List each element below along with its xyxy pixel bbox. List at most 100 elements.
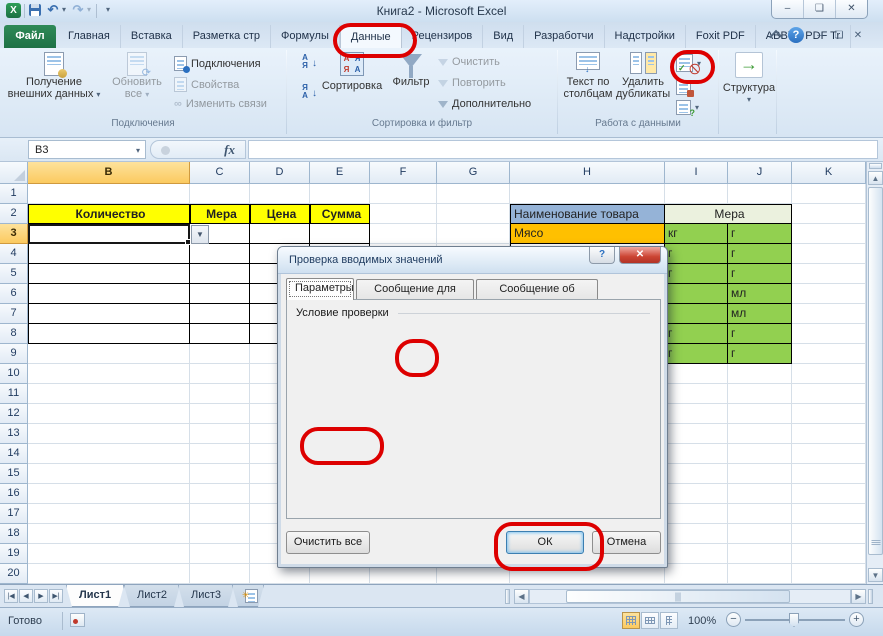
left-table-header-4[interactable]: Сумма bbox=[310, 204, 370, 224]
horizontal-scroll-track[interactable] bbox=[529, 589, 851, 604]
column-header-I[interactable]: I bbox=[665, 162, 728, 184]
vertical-scrollbar[interactable]: ▲ ▼ bbox=[866, 162, 883, 584]
row-header-16[interactable]: 16 bbox=[0, 484, 28, 504]
measure2-cell-4[interactable]: г bbox=[728, 244, 792, 264]
qat-customize-icon[interactable]: ▾ bbox=[100, 2, 116, 18]
view-normal-button[interactable] bbox=[622, 612, 640, 629]
measure2-cell-3[interactable]: г bbox=[728, 224, 792, 244]
measure2-cell-8[interactable]: г bbox=[728, 324, 792, 344]
product-name-cell-3[interactable]: Мясо bbox=[510, 224, 665, 244]
what-if-analysis-button[interactable]: ? ▾ bbox=[676, 100, 699, 115]
column-header-H[interactable]: H bbox=[510, 162, 665, 184]
tab-addins[interactable]: Надстройки bbox=[605, 25, 686, 48]
remove-duplicates-button[interactable]: Удалить дубликаты bbox=[616, 52, 670, 116]
ok-button[interactable]: ОК bbox=[506, 531, 584, 554]
vertical-scroll-thumb[interactable] bbox=[868, 187, 883, 555]
dialog-help-button[interactable]: ? bbox=[589, 247, 615, 264]
measure-header[interactable]: Мера bbox=[665, 204, 792, 224]
measure1-cell-3[interactable]: кг bbox=[665, 224, 728, 244]
excel-app-icon[interactable]: X bbox=[6, 3, 21, 18]
cell-E3[interactable] bbox=[310, 224, 370, 244]
collapse-ribbon-icon[interactable] bbox=[768, 28, 784, 44]
tab-formulas[interactable]: Формулы bbox=[271, 25, 340, 48]
row-header-19[interactable]: 19 bbox=[0, 544, 28, 564]
measure1-cell-4[interactable]: г bbox=[665, 244, 728, 264]
tab-review[interactable]: Рецензиров bbox=[402, 25, 484, 48]
row-header-10[interactable]: 10 bbox=[0, 364, 28, 384]
workbook-close-icon[interactable]: ✕ bbox=[850, 28, 866, 44]
product-name-header[interactable]: Наименование товара bbox=[510, 204, 665, 224]
name-box[interactable]: B3 ▾ bbox=[28, 140, 146, 159]
scroll-up-button[interactable]: ▲ bbox=[868, 171, 883, 185]
row-header-14[interactable]: 14 bbox=[0, 444, 28, 464]
tab-insert[interactable]: Вставка bbox=[121, 25, 183, 48]
zoom-in-button[interactable]: + bbox=[849, 612, 864, 627]
column-header-K[interactable]: K bbox=[792, 162, 866, 184]
refresh-all-button[interactable]: ⟳ Обновить все ▾ bbox=[106, 52, 168, 116]
row-header-7[interactable]: 7 bbox=[0, 304, 28, 324]
tab-page-layout[interactable]: Разметка стр bbox=[183, 25, 271, 48]
column-header-F[interactable]: F bbox=[370, 162, 437, 184]
sheet-tab-list1[interactable]: Лист1 bbox=[66, 585, 124, 607]
minimize-button[interactable]: – bbox=[772, 0, 804, 18]
connections-item[interactable]: Подключения bbox=[174, 56, 261, 71]
insert-function-area[interactable]: fx bbox=[150, 140, 246, 159]
hscroll-splitter[interactable] bbox=[868, 589, 873, 604]
measure1-cell-5[interactable]: г bbox=[665, 264, 728, 284]
column-header-B[interactable]: B bbox=[28, 162, 190, 184]
cell-D3[interactable] bbox=[250, 224, 310, 244]
row-header-11[interactable]: 11 bbox=[0, 384, 28, 404]
cell-C7[interactable] bbox=[190, 304, 250, 324]
name-box-dropdown-icon[interactable]: ▾ bbox=[136, 142, 140, 160]
cell-B6[interactable] bbox=[28, 284, 190, 304]
column-header-G[interactable]: G bbox=[437, 162, 510, 184]
cell-B8[interactable] bbox=[28, 324, 190, 344]
measure2-cell-9[interactable]: г bbox=[728, 344, 792, 364]
cell-B7[interactable] bbox=[28, 304, 190, 324]
formula-input[interactable] bbox=[248, 140, 878, 159]
selected-cell-B3[interactable] bbox=[28, 224, 190, 244]
zoom-slider-thumb[interactable] bbox=[789, 613, 799, 627]
close-button[interactable]: ✕ bbox=[836, 0, 867, 18]
dialog-tab-input-message[interactable]: Сообщение для ввода bbox=[356, 279, 474, 299]
outline-button[interactable]: → Структура ▾ bbox=[724, 52, 774, 116]
column-header-E[interactable]: E bbox=[310, 162, 370, 184]
edit-links-item[interactable]: ∞ Изменить связи bbox=[174, 98, 267, 110]
first-sheet-button[interactable]: |◀ bbox=[4, 589, 18, 603]
tab-data[interactable]: Данные bbox=[340, 25, 402, 48]
measure1-cell-6[interactable] bbox=[665, 284, 728, 304]
dialog-close-button[interactable]: ✕ bbox=[619, 247, 661, 264]
undo-button[interactable]: ↶ bbox=[45, 2, 61, 18]
column-header-D[interactable]: D bbox=[250, 162, 310, 184]
select-all-corner[interactable] bbox=[0, 162, 28, 184]
clear-all-button[interactable]: Очистить все bbox=[286, 531, 370, 554]
tab-foxit-pdf[interactable]: Foxit PDF bbox=[686, 25, 756, 48]
sort-button[interactable]: АЯЯА Сортировка bbox=[320, 52, 384, 116]
data-validation-button[interactable]: ⃠✓ ▾ bbox=[676, 54, 701, 72]
left-table-header-2[interactable]: Мера bbox=[190, 204, 250, 224]
cell-B5[interactable] bbox=[28, 264, 190, 284]
left-table-header-1[interactable]: Количество bbox=[28, 204, 190, 224]
redo-dropdown-icon[interactable]: ▾ bbox=[85, 2, 93, 18]
measure1-cell-9[interactable]: г bbox=[665, 344, 728, 364]
row-header-3[interactable]: 3 bbox=[0, 224, 28, 244]
row-header-8[interactable]: 8 bbox=[0, 324, 28, 344]
view-page-layout-button[interactable] bbox=[641, 612, 659, 629]
tab-scroll-splitter[interactable] bbox=[505, 589, 510, 604]
row-header-6[interactable]: 6 bbox=[0, 284, 28, 304]
consolidate-button[interactable] bbox=[676, 80, 691, 95]
sort-ascending-button[interactable]: АЯ↓ bbox=[293, 54, 317, 78]
sheet-tab-list2[interactable]: Лист2 bbox=[124, 585, 180, 607]
row-header-17[interactable]: 17 bbox=[0, 504, 28, 524]
column-header-J[interactable]: J bbox=[728, 162, 792, 184]
row-header-9[interactable]: 9 bbox=[0, 344, 28, 364]
tab-view[interactable]: Вид bbox=[483, 25, 524, 48]
sheet-tab-list3[interactable]: Лист3 bbox=[178, 585, 234, 607]
column-header-C[interactable]: C bbox=[190, 162, 250, 184]
row-header-2[interactable]: 2 bbox=[0, 204, 28, 224]
measure1-cell-7[interactable] bbox=[665, 304, 728, 324]
tab-developer[interactable]: Разработчи bbox=[524, 25, 604, 48]
insert-sheet-tab[interactable]: ✳ bbox=[232, 585, 264, 607]
row-header-5[interactable]: 5 bbox=[0, 264, 28, 284]
cell-B4[interactable] bbox=[28, 244, 190, 264]
